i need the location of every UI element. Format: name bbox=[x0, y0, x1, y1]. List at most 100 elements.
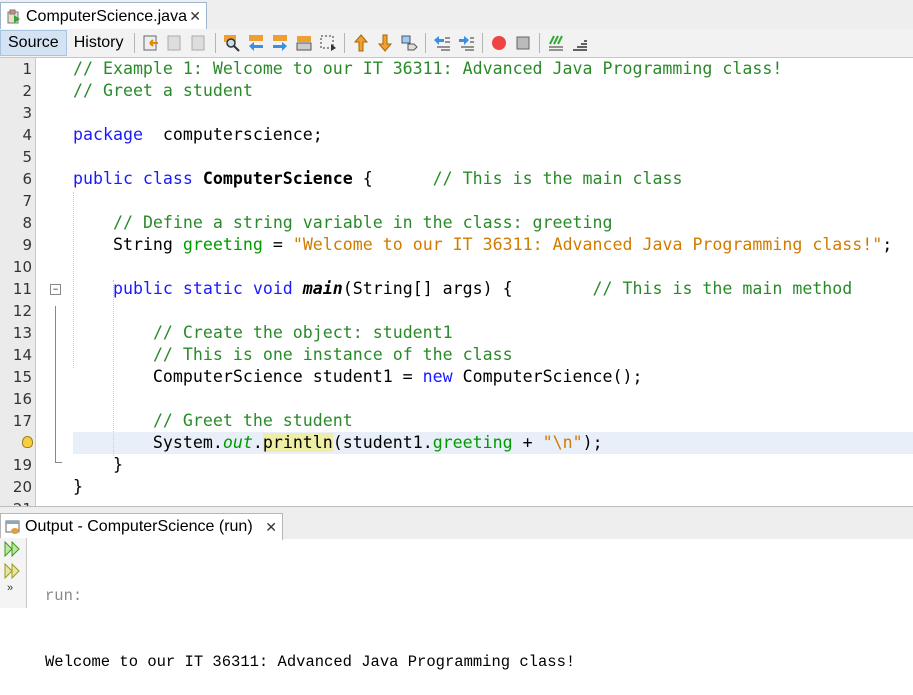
uncomment-icon[interactable] bbox=[571, 34, 589, 52]
code-editor[interactable]: 1 // Example 1: Welcome to our IT 36311: … bbox=[0, 58, 913, 506]
stop-macro-recording-icon[interactable] bbox=[514, 34, 532, 52]
code-line[interactable]: 20} bbox=[0, 476, 913, 498]
code-token: greeting bbox=[182, 235, 263, 254]
code-text: // Example 1: Welcome to our IT 36311: A… bbox=[73, 58, 913, 80]
rerun-with-parameters-icon[interactable] bbox=[4, 563, 20, 579]
code-token: = bbox=[262, 235, 293, 254]
code-text: } bbox=[73, 454, 913, 476]
output-tab-bar: Output - ComputerScience (run) ✕ bbox=[0, 506, 913, 540]
code-token: ; bbox=[882, 235, 893, 254]
code-token: // This is the main method bbox=[592, 279, 853, 298]
code-line[interactable]: 7 bbox=[0, 190, 913, 212]
code-line[interactable]: 21 bbox=[0, 498, 913, 506]
divider bbox=[134, 33, 136, 53]
divider bbox=[344, 33, 346, 53]
code-token: String bbox=[73, 235, 183, 254]
back-icon[interactable] bbox=[166, 34, 184, 52]
shift-left-icon[interactable] bbox=[433, 34, 451, 52]
forward-icon[interactable] bbox=[190, 34, 208, 52]
code-token: ComputerScience student1 = bbox=[73, 367, 423, 386]
file-tab-title: ComputerScience.java bbox=[26, 7, 187, 25]
close-icon[interactable]: ✕ bbox=[265, 519, 277, 536]
fold-line bbox=[55, 306, 62, 463]
next-bookmark-icon[interactable] bbox=[376, 34, 394, 52]
code-line[interactable]: 5 bbox=[0, 146, 913, 168]
code-token: main bbox=[302, 279, 343, 298]
output-tab[interactable]: Output - ComputerScience (run) ✕ bbox=[0, 513, 283, 540]
toggle-bookmark-icon[interactable] bbox=[400, 34, 419, 52]
code-line[interactable]: 15 ComputerScience student1 = new Comput… bbox=[0, 366, 913, 388]
code-line[interactable]: 17 // Greet the student bbox=[0, 410, 913, 432]
start-macro-recording-icon[interactable] bbox=[490, 34, 508, 52]
line-number: 14 bbox=[12, 346, 32, 364]
code-token: + bbox=[512, 433, 543, 452]
fold-collapse-icon[interactable]: − bbox=[50, 284, 61, 295]
code-token: } bbox=[73, 477, 83, 496]
line-number: 3 bbox=[22, 104, 32, 122]
code-line[interactable]: 13 // Create the object: student1 bbox=[0, 322, 913, 344]
comment-icon[interactable] bbox=[547, 34, 565, 52]
source-button[interactable]: Source bbox=[0, 30, 67, 56]
code-line[interactable]: 10 bbox=[0, 256, 913, 278]
code-line[interactable]: 19 } bbox=[0, 454, 913, 476]
line-number: 16 bbox=[12, 390, 32, 408]
output-tab-title: Output - ComputerScience (run) bbox=[25, 518, 253, 535]
indent-guide bbox=[113, 280, 114, 456]
history-button[interactable]: History bbox=[67, 30, 131, 56]
code-token: (student1. bbox=[332, 433, 433, 452]
indent-guide bbox=[73, 192, 74, 368]
divider bbox=[425, 33, 427, 53]
code-text: // Greet the student bbox=[73, 410, 913, 432]
find-icon[interactable] bbox=[223, 34, 241, 52]
find-next-icon[interactable] bbox=[271, 34, 289, 52]
line-number: 13 bbox=[12, 324, 32, 342]
code-token: greeting bbox=[432, 433, 513, 452]
line-number: 8 bbox=[22, 214, 32, 232]
close-icon[interactable]: ✕ bbox=[189, 8, 201, 25]
code-line[interactable]: 6 public class ComputerScience { // This … bbox=[0, 168, 913, 190]
file-tab[interactable]: ComputerScience.java ✕ bbox=[0, 2, 207, 30]
code-text: System.out.println(student1.greeting + "… bbox=[73, 432, 913, 454]
rerun-icon[interactable] bbox=[4, 541, 20, 557]
toggle-highlight-icon[interactable] bbox=[295, 34, 313, 52]
previous-bookmark-icon[interactable] bbox=[352, 34, 370, 52]
code-line[interactable]: 3 bbox=[0, 102, 913, 124]
code-token: "Welcome to our IT 36311: Advanced Java … bbox=[292, 235, 883, 254]
code-token: println bbox=[262, 433, 333, 452]
code-line[interactable]: 8 // Define a string variable in the cla… bbox=[0, 212, 913, 234]
code-token: // Greet the student bbox=[152, 411, 353, 430]
code-line[interactable]: 1 // Example 1: Welcome to our IT 36311: … bbox=[0, 58, 913, 80]
output-line: Welcome to our IT 36311: Advanced Java P… bbox=[45, 653, 576, 671]
code-text: ComputerScience student1 = new ComputerS… bbox=[73, 366, 913, 388]
more-icon[interactable]: » bbox=[7, 582, 13, 594]
code-line[interactable]: 12 bbox=[0, 300, 913, 322]
code-line[interactable]: 11 public static void main(String[] args… bbox=[0, 278, 913, 300]
code-line[interactable]: 2 // Greet a student bbox=[0, 80, 913, 102]
lightbulb-hint-icon[interactable] bbox=[22, 436, 33, 448]
code-line[interactable]: 16 bbox=[0, 388, 913, 410]
code-token: new bbox=[422, 367, 453, 386]
code-text: String greeting = "Welcome to our IT 363… bbox=[73, 234, 913, 256]
find-previous-icon[interactable] bbox=[247, 34, 265, 52]
output-console: run: Welcome to our IT 36311: Advanced J… bbox=[45, 541, 575, 695]
code-token: . bbox=[252, 433, 263, 452]
rectangular-selection-icon[interactable] bbox=[319, 34, 337, 52]
code-token: // Create the object: student1 bbox=[152, 323, 453, 342]
code-line[interactable]: 9 String greeting = "Welcome to our IT 3… bbox=[0, 234, 913, 256]
line-number: 17 bbox=[12, 412, 32, 430]
output-line: run: bbox=[45, 587, 83, 605]
code-text: } bbox=[73, 476, 913, 498]
code-line[interactable]: 4 package computerscience; bbox=[0, 124, 913, 146]
code-line[interactable]: System.out.println(student1.greeting + "… bbox=[0, 432, 913, 454]
code-line[interactable]: 14 // This is one instance of the class bbox=[0, 344, 913, 366]
line-number: 7 bbox=[22, 192, 32, 210]
last-edit-icon[interactable] bbox=[142, 34, 160, 52]
code-token: (String[] args) { bbox=[342, 279, 593, 298]
shift-right-icon[interactable] bbox=[457, 34, 475, 52]
code-token: { bbox=[352, 169, 433, 188]
output-window-icon bbox=[5, 520, 20, 534]
